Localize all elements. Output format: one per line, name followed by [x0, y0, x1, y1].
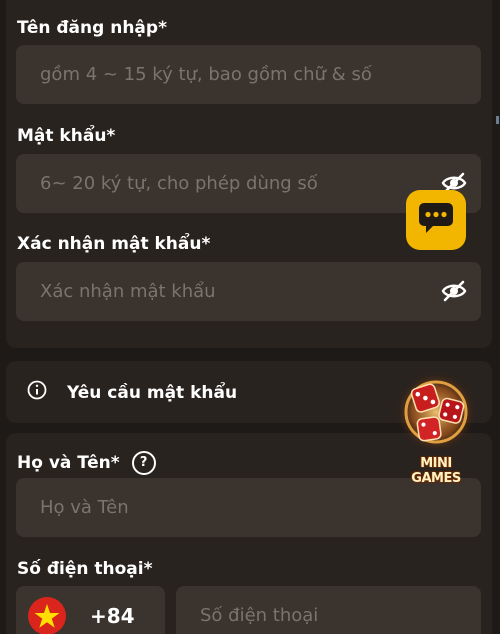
username-field[interactable]	[16, 45, 481, 104]
info-icon	[27, 380, 47, 405]
help-icon[interactable]: ?	[131, 451, 156, 475]
phone-label: Số điện thoại*	[17, 559, 153, 579]
full-name-field[interactable]	[16, 478, 481, 537]
username-label: Tên đăng nhập*	[17, 18, 167, 38]
scroll-edge-indicator	[496, 116, 499, 124]
password-label: Mật khẩu*	[17, 126, 116, 146]
phone-field[interactable]	[176, 586, 481, 634]
password-requirements-toggle[interactable]: Yêu cầu mật khẩu	[27, 380, 237, 405]
confirm-password-label: Xác nhận mật khẩu*	[17, 234, 211, 254]
username-input[interactable]	[40, 64, 420, 85]
confirm-password-field[interactable]	[16, 262, 481, 321]
vietnam-flag-icon	[28, 596, 66, 634]
password-requirements-label: Yêu cầu mật khẩu	[67, 382, 238, 403]
phone-input[interactable]	[200, 605, 460, 626]
confirm-password-input[interactable]	[40, 281, 420, 302]
full-name-label: Họ và Tên*	[17, 453, 120, 473]
dice-icon	[396, 372, 476, 452]
register-form-page: Tên đăng nhập* Mật khẩu* Xác nhận mật kh…	[0, 0, 500, 634]
mini-games-button[interactable]: MINI GAMES	[394, 368, 478, 486]
eye-off-icon[interactable]	[441, 280, 467, 302]
dial-code: +84	[90, 603, 135, 628]
mini-games-label: MINI GAMES	[411, 456, 461, 486]
password-input[interactable]	[40, 173, 420, 194]
chat-support-button[interactable]	[406, 190, 466, 250]
full-name-input[interactable]	[40, 497, 420, 518]
full-name-label-row: Họ và Tên*?	[17, 451, 156, 475]
chat-icon	[417, 201, 455, 239]
country-code-selector[interactable]: +84	[16, 586, 165, 634]
